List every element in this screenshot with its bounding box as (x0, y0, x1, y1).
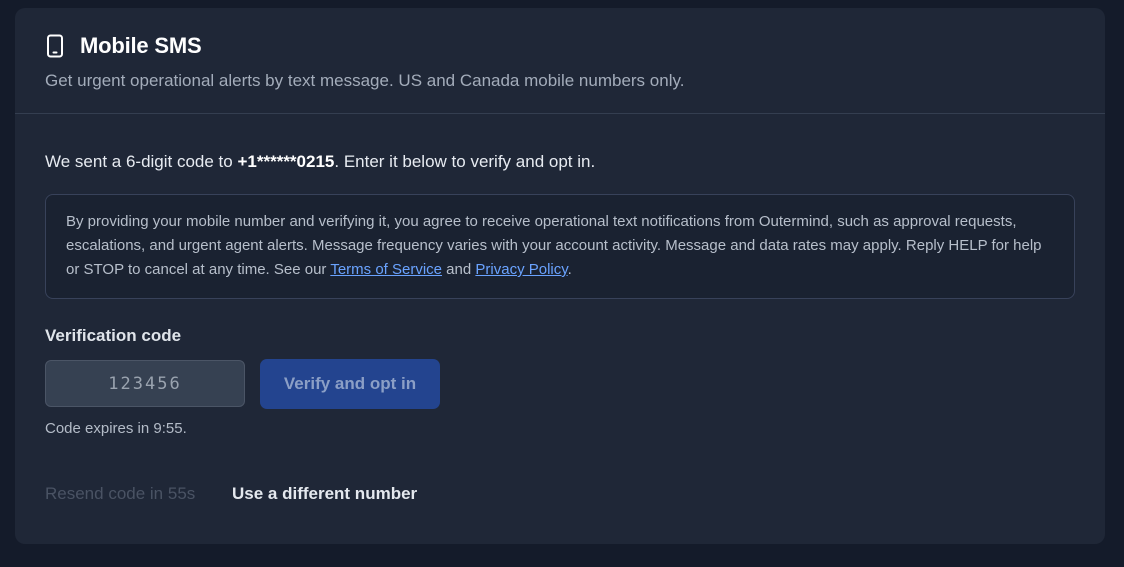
verify-button[interactable]: Verify and opt in (260, 359, 440, 409)
code-sent-suffix: . Enter it below to verify and opt in. (334, 152, 596, 171)
verification-code-input[interactable] (45, 360, 245, 407)
consent-and: and (442, 261, 476, 278)
page-title: Mobile SMS (80, 33, 202, 58)
masked-phone-number: +1******0215 (237, 152, 335, 171)
consent-end: . (567, 261, 572, 278)
verification-code-label: Verification code (45, 326, 182, 345)
sms-settings-card: Mobile SMS Get urgent operational alerts… (15, 8, 1105, 544)
code-expiry-text: Code expires in 9:55. (45, 420, 187, 437)
use-different-number-link[interactable]: Use a different number (232, 484, 417, 504)
code-sent-prefix: We sent a 6-digit code to (45, 152, 238, 171)
code-sent-message: We sent a 6-digit code to +1******0215. … (45, 152, 595, 172)
privacy-policy-link[interactable]: Privacy Policy (475, 261, 567, 278)
terms-of-service-link[interactable]: Terms of Service (330, 261, 442, 278)
phone-icon (45, 33, 69, 59)
page-subtitle: Get urgent operational alerts by text me… (45, 71, 685, 90)
resend-code-link: Resend code in 55s (45, 484, 196, 503)
title-row: Mobile SMS (45, 33, 1075, 59)
card-header: Mobile SMS Get urgent operational alerts… (15, 8, 1105, 114)
consent-notice: By providing your mobile number and veri… (45, 194, 1075, 299)
